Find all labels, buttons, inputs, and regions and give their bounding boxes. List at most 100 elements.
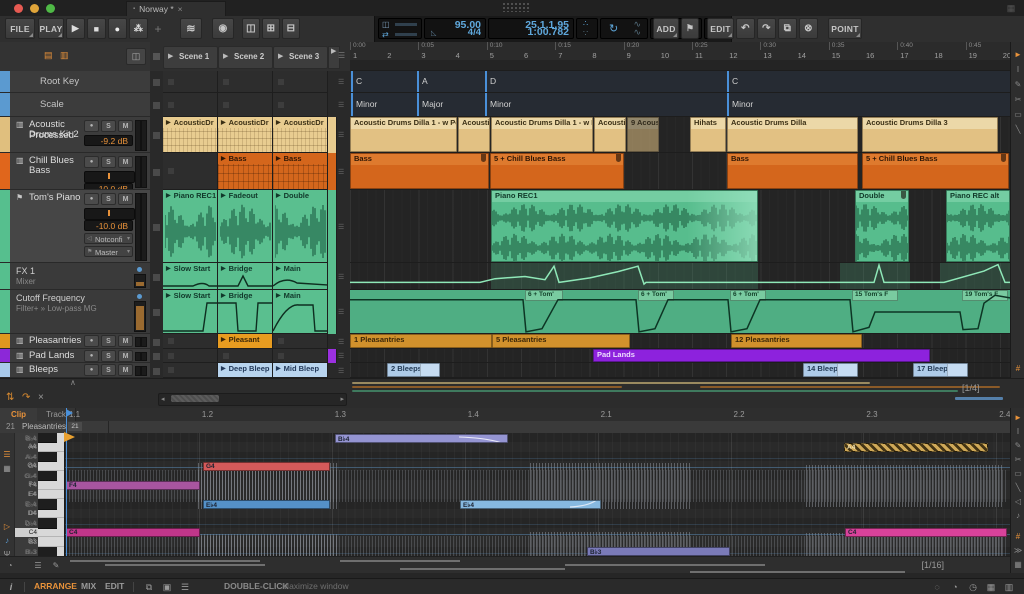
launcher-clip[interactable]: ▶Fadeout [218, 190, 273, 263]
view-mix-button[interactable]: MIX [81, 581, 96, 591]
piano-key-white[interactable] [38, 509, 64, 518]
dub-button[interactable]: ◉ [212, 18, 234, 39]
ibeam-tool[interactable]: I [1012, 425, 1024, 438]
expand-tracks-icon[interactable]: ⇅ [6, 392, 14, 403]
track-row-acoustic-drums-kit-2[interactable]: ▥Acoustic Drums Kit 2Processed●SM-9.2 dB [0, 117, 150, 153]
arranger-clip[interactable]: Pad Lands [593, 349, 930, 362]
track-row-scale[interactable]: Scale [0, 93, 150, 117]
midi-note[interactable]: C4 [845, 528, 1007, 537]
track-row-pad-lands[interactable]: ▥Pad Lands●SM [0, 349, 150, 363]
display-profile-icon[interactable]: ▣ [160, 581, 174, 593]
arranger-clip[interactable]: 5 Pleasantries [492, 334, 630, 348]
empty-clip-slot[interactable] [218, 349, 273, 363]
solo-button[interactable]: S [101, 364, 116, 376]
launcher-clip[interactable]: ▶Bridge [218, 290, 273, 334]
time-value[interactable]: 1:00.782 [528, 26, 569, 38]
scroll-thumb[interactable] [171, 395, 219, 402]
automation-active-dot[interactable] [137, 294, 142, 299]
dual-panel-icon[interactable]: ⧉ [142, 581, 156, 593]
clip-stop-button[interactable] [153, 169, 160, 176]
tab-clip[interactable]: Clip [0, 408, 38, 421]
clip-stop-button[interactable] [153, 102, 160, 109]
punch-out-icon[interactable]: ∵ [583, 29, 588, 38]
stop-button[interactable]: ■ [87, 18, 106, 39]
mute-button[interactable]: M [118, 156, 133, 168]
view-arrange-button[interactable]: ARRANGE [34, 581, 77, 591]
arranger-clip[interactable]: Hihats [690, 117, 726, 152]
clip-stop-button[interactable] [153, 132, 160, 139]
key-marker-label[interactable]: C [356, 76, 362, 86]
grid-icon[interactable]: ▦ [984, 581, 998, 593]
clip-start-marker-label[interactable]: 21 [68, 422, 82, 431]
arranger-view-icon[interactable]: ▥ [60, 50, 69, 61]
arranger-clip[interactable]: Bass [350, 153, 489, 189]
launcher-clip[interactable]: ▶Bridge [218, 263, 273, 290]
knife-tool[interactable]: ✂ [1012, 453, 1024, 466]
mute-button[interactable]: M [118, 335, 133, 347]
root-key-lane[interactable]: CADC [350, 71, 1010, 93]
launcher-clip[interactable]: ▶Piano REC1 [163, 190, 218, 263]
timesig-value[interactable]: 4/4 [468, 27, 481, 38]
dial-icon[interactable]: ◔ [948, 581, 962, 593]
launcher-clip-partial[interactable] [328, 117, 337, 153]
scroll-left-arrow[interactable]: ◂ [161, 395, 165, 403]
output-select[interactable]: ⚑Master▾ [84, 246, 133, 257]
key-marker-label[interactable]: C [732, 76, 738, 86]
arranger-clip[interactable]: Acoustic Drums Dilla 3 [862, 117, 998, 152]
tempo-cell[interactable]: 95.00 ◺ 4/4 [424, 18, 486, 39]
bleeps-row[interactable]: 2 Bleeps 14 Bleeps 17 Bleeps [350, 363, 1010, 378]
piano-row[interactable]: Piano REC1DoublePiano REC alt [350, 190, 1010, 263]
solo-button[interactable]: S [101, 350, 116, 362]
launcher-h-scrollbar[interactable]: ◂▸ [158, 393, 347, 406]
mute-button[interactable]: M [118, 193, 133, 205]
solo-button[interactable]: S [101, 335, 116, 347]
overview-scroll-thumb[interactable] [955, 397, 1003, 400]
scene-launch-2[interactable]: ▶Scene 2 [218, 46, 273, 69]
midi-note[interactable]: B♭3 [587, 547, 730, 556]
view-edit-button[interactable]: EDIT [105, 581, 124, 591]
pointer-tool[interactable]: ► [1012, 411, 1024, 424]
arranger-clip[interactable]: 17 Bleeps [913, 363, 968, 377]
mute-button[interactable]: M [118, 120, 133, 132]
add-track-quick-button[interactable]: + [150, 18, 166, 39]
metronome-icon[interactable]: ◫ [382, 20, 390, 29]
punch-in-icon[interactable]: ∴ [583, 19, 588, 28]
empty-clip-slot[interactable] [273, 334, 328, 349]
automation-write-button[interactable]: ⁂ [129, 18, 148, 39]
search-icon[interactable]: ◌ [930, 581, 944, 593]
arranger-clip[interactable]: 1 Pleasantries [350, 334, 492, 348]
pencil-icon[interactable]: ✎ [50, 559, 62, 571]
arranger-clip[interactable]: 9 Acoustic [627, 117, 659, 152]
launcher-clip[interactable]: ▶Slow Start [163, 290, 218, 334]
arranger-clip[interactable]: Acoustic Drums Dilla 1 - w Perc [491, 117, 593, 152]
launcher-clip[interactable]: ▶Deep Bleep [218, 363, 273, 378]
note-input-icon[interactable]: ♪ [1, 534, 13, 546]
lanes-icon[interactable]: ☰ [1, 448, 13, 460]
arranger-clip[interactable]: Double [855, 190, 909, 262]
volume-readout[interactable]: -10.0 dB [84, 183, 133, 190]
solo-button[interactable]: S [101, 120, 116, 132]
drums-row[interactable]: Acoustic Drums Dilla 1 - w PercAcoustic … [350, 117, 1010, 153]
piano-key-white[interactable] [38, 490, 64, 499]
record-arm-button[interactable]: ● [84, 193, 99, 205]
fold-grid-icon[interactable]: ▦ [1, 462, 13, 474]
piano-key-white[interactable] [38, 480, 64, 489]
key-marker-label[interactable]: D [490, 76, 496, 86]
arranger-clip[interactable]: 2 Bleeps [387, 363, 440, 377]
tab-close-icon[interactable]: × [178, 4, 183, 14]
launcher-view-icon[interactable]: ▤ [44, 50, 53, 61]
panel-detail-toggle[interactable]: ⊞ [262, 18, 280, 39]
add-button[interactable]: ADD [653, 18, 679, 39]
clip-stop-button[interactable] [153, 309, 160, 316]
pen-tool[interactable]: ✎ [1012, 78, 1024, 91]
punch-cell[interactable]: ∴ ∵ [576, 18, 598, 39]
track-row-cutoff-frequency[interactable]: Cutoff FrequencyFilter+ » Low-pass MG [0, 290, 150, 334]
stop-all-button[interactable] [153, 53, 160, 60]
scale-marker-label[interactable]: Minor [490, 99, 511, 109]
midi-note[interactable]: E♭4 [460, 500, 601, 509]
launcher-clip-partial[interactable] [328, 153, 337, 190]
arranger-clip[interactable]: Acoustic D [594, 117, 626, 152]
bass-row[interactable]: Bass5 + Chill Blues BassBass5 + Chill Bl… [350, 153, 1010, 190]
arranger-clip[interactable]: 14 Bleeps [803, 363, 858, 377]
note-audition-tool[interactable]: ♪ [1012, 509, 1024, 522]
